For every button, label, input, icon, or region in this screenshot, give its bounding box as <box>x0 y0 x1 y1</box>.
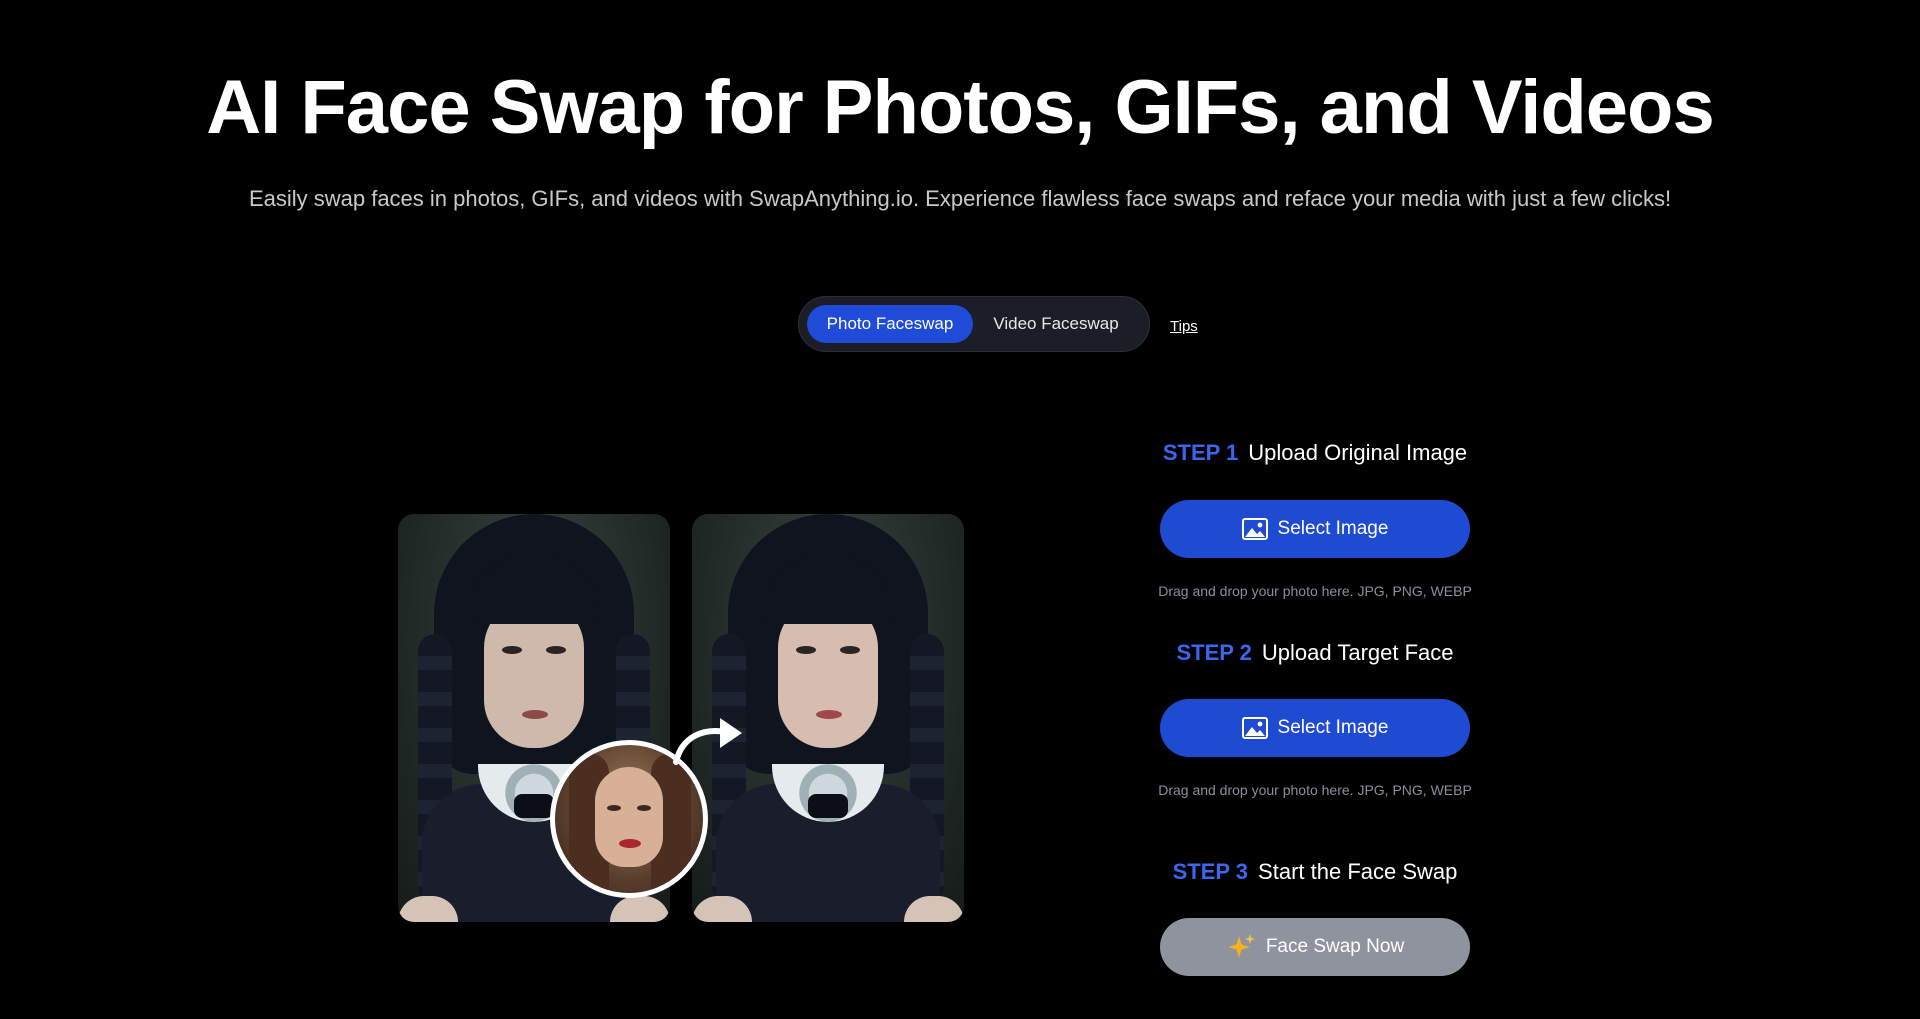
mode-switch: Photo Faceswap Video Faceswap <box>798 296 1150 352</box>
step-1-hint: Drag and drop your photo here. JPG, PNG,… <box>1158 583 1472 599</box>
swap-arrow-icon <box>673 718 742 765</box>
step-3-heading: STEP 3 Start the Face Swap <box>1100 859 1530 885</box>
tab-video-faceswap[interactable]: Video Faceswap <box>973 305 1139 343</box>
step-2-title: Upload Target Face <box>1261 640 1454 665</box>
step-1-title: Upload Original Image <box>1248 440 1468 465</box>
face-swap-now-button[interactable]: Face Swap Now <box>1160 918 1470 976</box>
select-target-face-label: Select Image <box>1277 717 1389 738</box>
step-3-title: Start the Face Swap <box>1258 859 1458 884</box>
image-icon <box>1241 518 1268 540</box>
face-swap-demo-illustration <box>398 514 966 924</box>
step-1-heading: STEP 1 Upload Original Image <box>1100 440 1530 466</box>
page-title: AI Face Swap for Photos, GIFs, and Video… <box>206 65 1714 150</box>
face-swap-now-label: Face Swap Now <box>1265 936 1405 957</box>
select-original-image-button[interactable]: Select Image <box>1160 500 1470 558</box>
sparkle-icon <box>1227 934 1255 958</box>
select-original-image-label: Select Image <box>1277 518 1389 539</box>
step-2-number: STEP 2 <box>1176 640 1252 665</box>
step-2-heading: STEP 2 Upload Target Face <box>1100 640 1530 666</box>
step-1-number: STEP 1 <box>1162 440 1239 465</box>
step-2-hint: Drag and drop your photo here. JPG, PNG,… <box>1158 782 1472 798</box>
image-icon <box>1241 717 1268 739</box>
step-3-number: STEP 3 <box>1172 859 1249 884</box>
tips-link[interactable]: Tips <box>1170 318 1198 335</box>
tab-photo-faceswap[interactable]: Photo Faceswap <box>807 305 973 343</box>
select-target-face-button[interactable]: Select Image <box>1160 699 1470 757</box>
page-subtitle: Easily swap faces in photos, GIFs, and v… <box>248 186 1672 211</box>
